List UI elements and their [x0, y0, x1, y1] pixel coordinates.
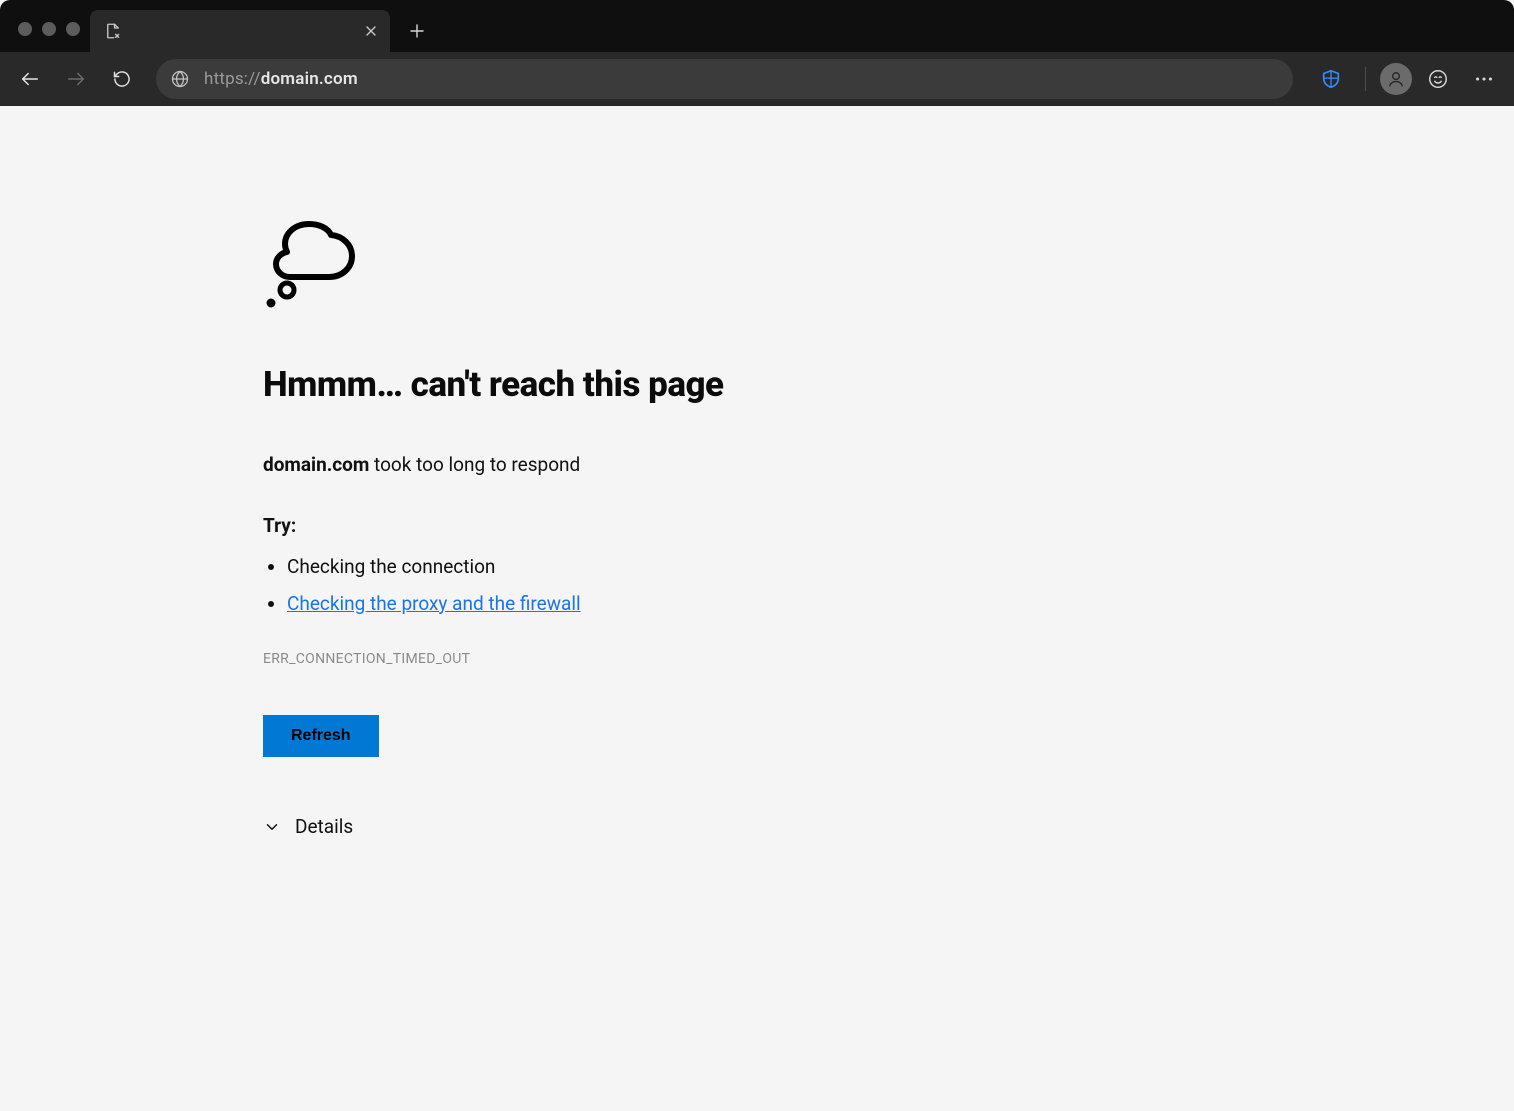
- tracking-prevention-icon[interactable]: [1311, 59, 1351, 99]
- toolbar: https://domain.com: [0, 52, 1514, 106]
- try-label: Try:: [263, 514, 903, 537]
- url-scheme: https://: [204, 69, 261, 89]
- error-host: domain.com: [263, 453, 369, 476]
- tip-check-connection: Checking the connection: [287, 555, 903, 578]
- error-page: Hmmm… can't reach this page domain.com t…: [263, 216, 903, 838]
- more-menu-icon[interactable]: [1464, 59, 1504, 99]
- error-heading: Hmmm… can't reach this page: [263, 364, 903, 405]
- page-viewport: Hmmm… can't reach this page domain.com t…: [0, 106, 1514, 1111]
- back-button[interactable]: [10, 59, 50, 99]
- tips-list: Checking the connection Checking the pro…: [263, 555, 903, 615]
- site-info-icon[interactable]: [170, 69, 190, 89]
- browser-tab[interactable]: [90, 10, 390, 52]
- window-minimize-dot[interactable]: [42, 22, 56, 36]
- browser-window: https://domain.com: [0, 0, 1514, 1111]
- url-text: https://domain.com: [204, 69, 358, 89]
- page-error-icon: [104, 22, 122, 40]
- new-tab-button[interactable]: [398, 12, 436, 50]
- thinking-cloud-icon: [263, 216, 903, 308]
- tab-close-button[interactable]: [362, 22, 380, 40]
- profile-avatar[interactable]: [1380, 63, 1412, 95]
- feedback-icon[interactable]: [1418, 59, 1458, 99]
- details-label: Details: [295, 815, 353, 838]
- tip-check-proxy: Checking the proxy and the firewall: [287, 592, 903, 615]
- toolbar-divider: [1365, 67, 1366, 91]
- error-code: ERR_CONNECTION_TIMED_OUT: [263, 651, 903, 667]
- refresh-button[interactable]: Refresh: [263, 715, 379, 757]
- window-close-dot[interactable]: [18, 22, 32, 36]
- tab-strip: [0, 0, 1514, 52]
- refresh-toolbar-button[interactable]: [102, 59, 142, 99]
- window-zoom-dot[interactable]: [66, 22, 80, 36]
- window-controls: [18, 22, 80, 36]
- details-toggle[interactable]: Details: [263, 815, 903, 838]
- forward-button[interactable]: [56, 59, 96, 99]
- error-subtitle-tail: took too long to respond: [369, 453, 580, 476]
- url-host: domain.com: [261, 69, 358, 89]
- chevron-down-icon: [263, 818, 281, 836]
- toolbar-right: [1311, 59, 1504, 99]
- address-bar[interactable]: https://domain.com: [156, 59, 1293, 99]
- proxy-firewall-link[interactable]: Checking the proxy and the firewall: [287, 592, 581, 615]
- error-subtitle: domain.com took too long to respond: [263, 453, 903, 476]
